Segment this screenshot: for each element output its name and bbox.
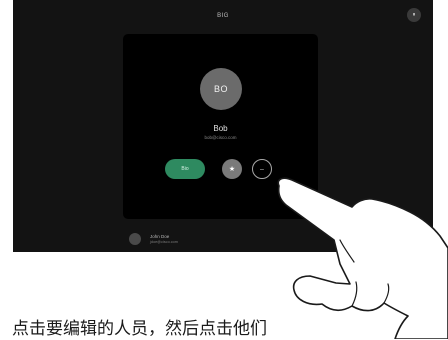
contact-card: BO Bob bob@cisco.com Bio ★ –	[123, 34, 318, 219]
contact-avatar: BO	[200, 68, 242, 110]
instruction-caption: 点击要编辑的人员，然后点击他们	[12, 319, 267, 338]
contact-email: bob@cisco.com	[204, 135, 237, 140]
device-screen: BIG ⏸ BO Bob bob@cisco.com Bio ★ – John …	[13, 0, 433, 252]
list-item-sub: jdoe@cisco.com	[150, 239, 178, 244]
contact-name: Bob	[213, 124, 228, 133]
pause-button[interactable]: ⏸	[407, 8, 421, 22]
list-item-avatar	[129, 233, 141, 245]
screen-title: BIG	[217, 13, 229, 19]
list-item[interactable]: John Doe jdoe@cisco.com	[129, 230, 178, 248]
more-options-button[interactable]: –	[252, 159, 272, 179]
call-button[interactable]: Bio	[165, 159, 205, 179]
pause-icon: ⏸	[412, 12, 416, 18]
star-icon: ★	[228, 165, 236, 173]
more-icon: –	[260, 165, 264, 173]
favorite-button[interactable]: ★	[222, 159, 242, 179]
